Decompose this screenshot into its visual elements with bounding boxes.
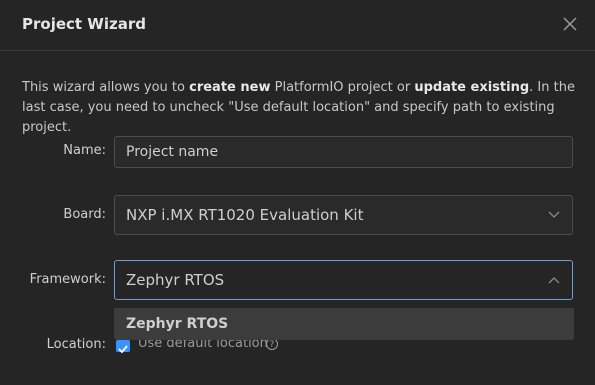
default-location-checkbox[interactable]	[116, 340, 130, 354]
project-name-value: Project name	[126, 144, 219, 160]
intro-part1: This wizard allows you to	[22, 80, 190, 95]
check-icon	[118, 345, 128, 354]
project-name-input[interactable]: Project name	[114, 136, 573, 168]
intro-bold1: create new	[189, 80, 271, 95]
name-label: Name:	[63, 143, 106, 158]
board-label: Board:	[63, 207, 106, 222]
intro-part2: PlatformIO project or	[270, 80, 415, 95]
location-label: Location:	[46, 337, 106, 352]
chevron-down-icon	[548, 211, 560, 218]
dialog-title: Project Wizard	[22, 15, 146, 33]
close-icon[interactable]	[561, 15, 579, 33]
framework-select[interactable]: Zephyr RTOS	[114, 260, 573, 300]
board-value: NXP i.MX RT1020 Evaluation Kit	[126, 206, 364, 224]
board-select[interactable]: NXP i.MX RT1020 Evaluation Kit	[114, 195, 573, 235]
dialog-titlebar: Project Wizard	[0, 0, 595, 51]
intro-text: This wizard allows you to create new Pla…	[22, 78, 577, 138]
intro-bold2: update existing	[414, 80, 530, 95]
framework-option-zephyr[interactable]: Zephyr RTOS	[114, 308, 574, 340]
framework-value: Zephyr RTOS	[126, 271, 225, 289]
chevron-up-icon	[548, 277, 560, 284]
framework-label: Framework:	[29, 272, 106, 287]
